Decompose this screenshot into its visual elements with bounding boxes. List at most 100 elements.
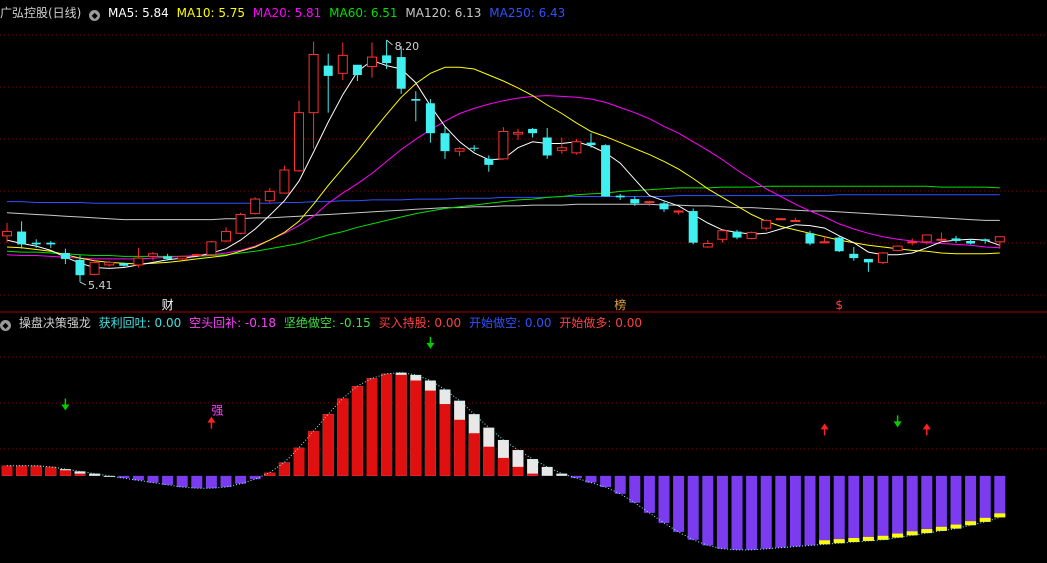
osc-bar-purple bbox=[775, 475, 787, 548]
candle-body bbox=[484, 158, 494, 165]
osc-bar-purple bbox=[804, 475, 816, 546]
candle-body bbox=[250, 198, 261, 215]
candle-body bbox=[732, 231, 742, 238]
osc-bar-red bbox=[293, 447, 305, 476]
candle-body bbox=[60, 252, 70, 259]
candle-body bbox=[498, 130, 509, 160]
candle-body bbox=[542, 137, 552, 156]
ma20-line bbox=[6, 95, 1000, 260]
osc-bar-red bbox=[439, 404, 451, 476]
ma10-line bbox=[6, 66, 1000, 265]
osc-bar-white bbox=[541, 466, 553, 476]
osc-bar-purple bbox=[702, 475, 714, 546]
osc-bar-purple bbox=[643, 475, 655, 513]
osc-bar-red bbox=[381, 373, 393, 476]
candle-body bbox=[819, 241, 830, 244]
osc-bar-purple bbox=[935, 475, 947, 531]
buy-arrow-head-icon bbox=[922, 423, 931, 430]
osc-bar-purple bbox=[191, 475, 203, 489]
osc-bar-purple bbox=[658, 475, 670, 523]
osc-bar-red bbox=[410, 380, 422, 476]
osc-bar-purple bbox=[132, 475, 144, 481]
ma20-label: MA20: 5.81 bbox=[252, 6, 322, 20]
osc-bar-purple bbox=[687, 475, 699, 540]
candle-body bbox=[878, 252, 888, 263]
candle-body bbox=[644, 201, 655, 204]
osc-bar-purple bbox=[731, 475, 743, 550]
candle-body bbox=[235, 213, 246, 234]
osc-bar-yellow bbox=[819, 540, 831, 545]
candle-body bbox=[148, 253, 158, 257]
osc-bar-yellow bbox=[994, 513, 1006, 518]
osc-bar-purple bbox=[147, 475, 159, 483]
candle-body bbox=[294, 112, 304, 172]
osc-bar-purple bbox=[877, 475, 889, 540]
candle-body bbox=[264, 190, 275, 202]
candle-body bbox=[206, 241, 217, 256]
candle-body bbox=[746, 231, 757, 239]
osc-bar-purple bbox=[205, 475, 217, 489]
osc-bar-purple bbox=[965, 475, 977, 526]
candle-body bbox=[571, 141, 582, 154]
event-marker: $ bbox=[835, 298, 843, 312]
candle-body bbox=[673, 210, 684, 213]
osc-bar-red bbox=[483, 446, 495, 476]
osc-bar-purple bbox=[833, 475, 845, 544]
osc-bar-red bbox=[337, 398, 349, 476]
candle-body bbox=[411, 98, 421, 101]
candle-body bbox=[104, 261, 115, 266]
osc-bar-yellow bbox=[848, 538, 860, 543]
event-marker: 财 bbox=[162, 298, 174, 312]
osc-bar-red bbox=[366, 378, 378, 476]
ma60-label: MA60: 6.51 bbox=[329, 6, 398, 20]
osc-bar-purple bbox=[629, 475, 641, 503]
osc-bar-red bbox=[351, 386, 363, 476]
candle-body bbox=[659, 203, 669, 210]
candle-body bbox=[337, 54, 348, 74]
chart-canvas[interactable]: 8.20 5.41 财 榜 $ 强 bbox=[0, 0, 1047, 563]
candle-body bbox=[601, 145, 611, 197]
profit-taking-label: 获利回吐: 0.00 bbox=[98, 316, 182, 330]
osc-bar-purple bbox=[673, 475, 685, 532]
osc-bar-red bbox=[512, 466, 524, 476]
candle-body bbox=[221, 231, 231, 242]
top-panel-header: 广弘控股(日线) ◆ MA5: 5.84 MA10: 5.75 MA20: 5.… bbox=[0, 4, 569, 22]
buy-hold-label: 买入持股: 0.00 bbox=[378, 316, 462, 330]
osc-bar-red bbox=[308, 430, 320, 476]
low-price-label: 5.41 bbox=[88, 279, 113, 292]
candle-body bbox=[31, 242, 41, 245]
candle-body bbox=[951, 238, 961, 241]
ma60-line bbox=[6, 185, 1000, 257]
osc-bar-red bbox=[30, 465, 42, 476]
candle-body bbox=[849, 253, 859, 259]
osc-bar-yellow bbox=[877, 535, 889, 540]
candle-body bbox=[556, 147, 567, 151]
stock-title: 广弘控股(日线) bbox=[0, 6, 82, 20]
candle-body bbox=[382, 55, 392, 64]
start-short-label: 开始做空: 0.00 bbox=[468, 316, 552, 330]
candle-body bbox=[688, 211, 698, 243]
candle-body bbox=[761, 219, 772, 229]
settings-icon[interactable]: ◆ bbox=[89, 10, 101, 21]
candle-body bbox=[994, 236, 1005, 243]
osc-bar-purple bbox=[746, 475, 758, 550]
candle-body bbox=[177, 255, 188, 260]
candle-body bbox=[907, 241, 918, 244]
candle-body bbox=[469, 147, 479, 149]
osc-bar-red bbox=[322, 414, 334, 476]
candle-body bbox=[790, 219, 801, 222]
osc-bar-red bbox=[74, 473, 86, 476]
osc-bar-purple bbox=[176, 475, 188, 488]
osc-bar-purple bbox=[950, 475, 962, 529]
candle-body bbox=[191, 254, 202, 257]
ma120-label: MA120: 6.13 bbox=[405, 6, 482, 20]
osc-bar-purple bbox=[921, 475, 933, 534]
osc-bar-purple bbox=[760, 475, 772, 549]
candle-body bbox=[17, 231, 27, 245]
candle-body bbox=[717, 230, 728, 240]
osc-bar-purple bbox=[235, 475, 247, 484]
settings-icon[interactable]: ◆ bbox=[0, 320, 11, 331]
event-marker: 榜 bbox=[614, 297, 626, 312]
osc-bar-purple bbox=[220, 475, 232, 488]
bottom-panel-header: ◆ 操盘决策强龙 获利回吐: 0.00 空头回补: -0.18 坚绝做空: -0… bbox=[0, 314, 646, 332]
